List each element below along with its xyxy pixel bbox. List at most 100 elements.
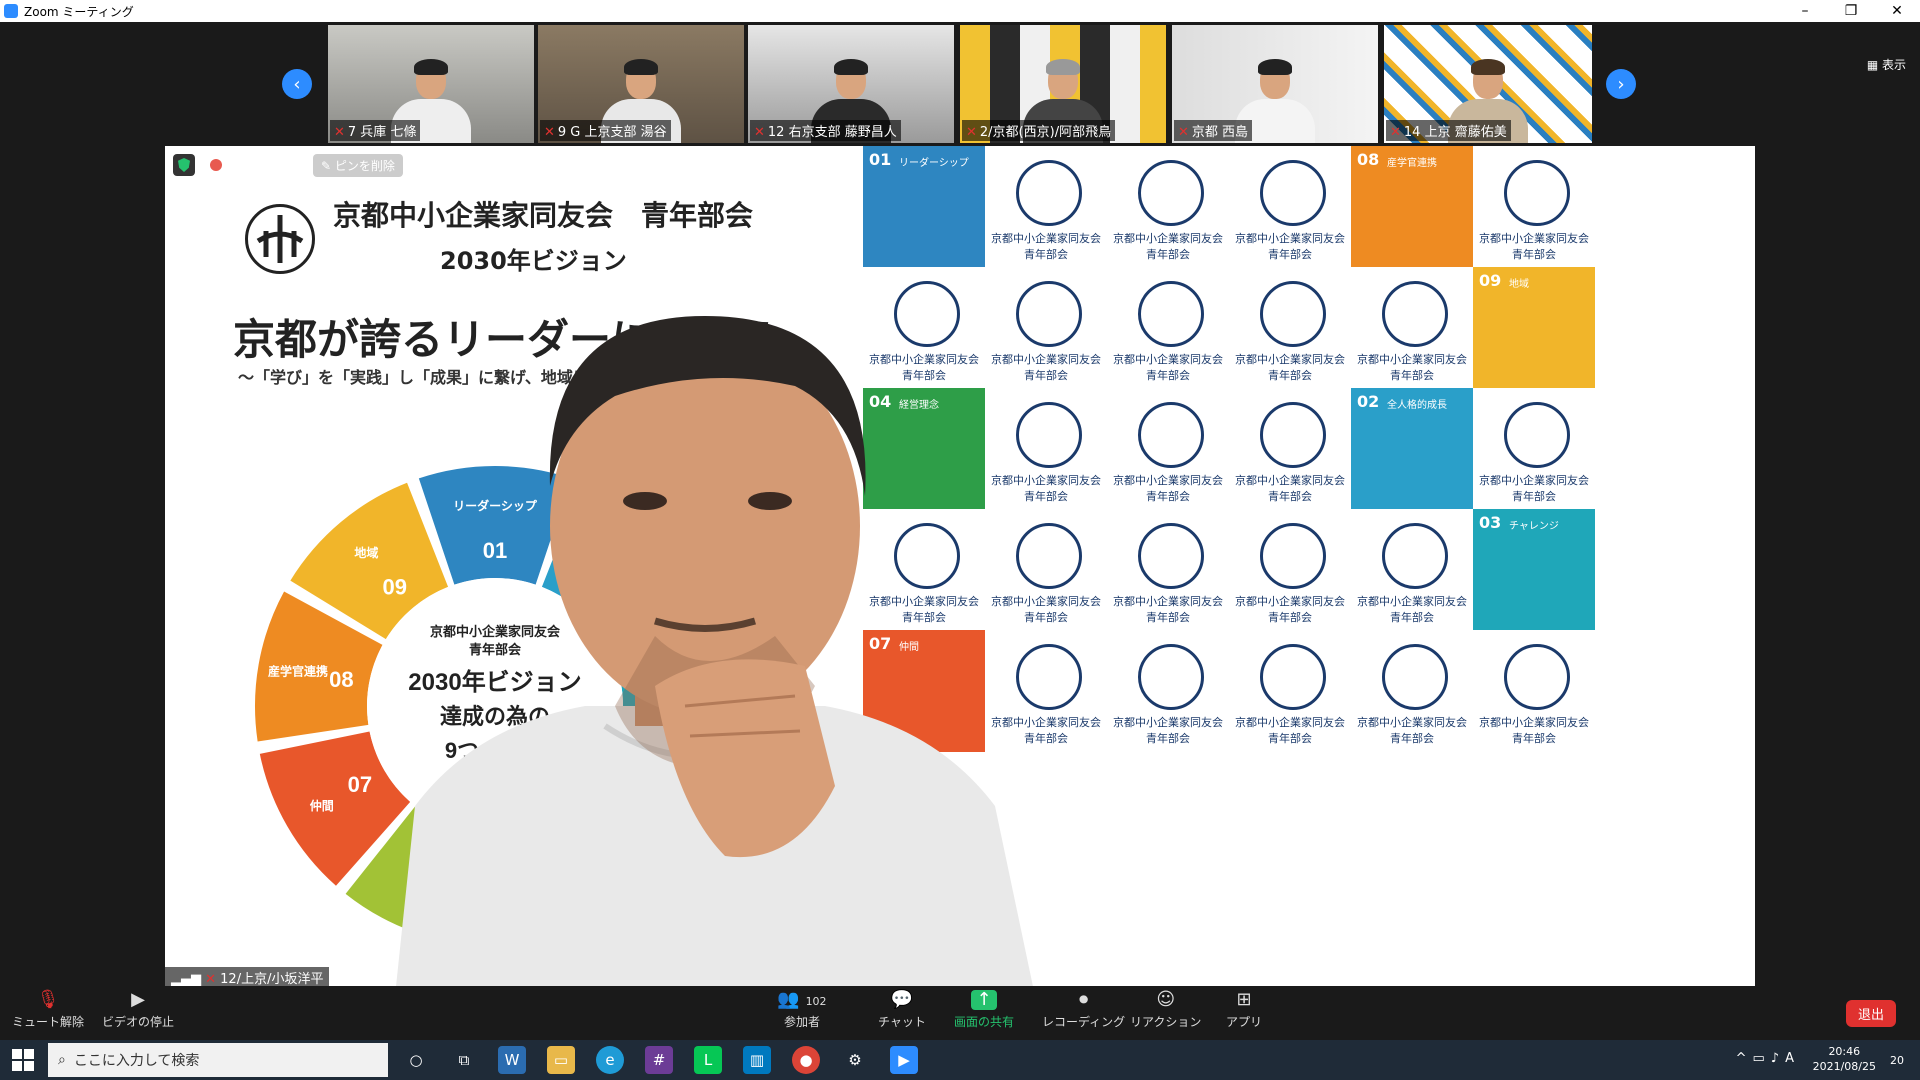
indicator-tile: 02 全人格的成長 <box>1351 388 1473 510</box>
task-view-icon[interactable]: ⧉ <box>450 1046 478 1074</box>
logo-tile: 京都中小企業家同友会 青年部会 <box>1351 509 1473 631</box>
search-icon: ⌕ <box>58 1052 66 1068</box>
logo-tile: 京都中小企業家同友会 青年部会 <box>1229 146 1351 268</box>
windows-start-icon[interactable] <box>12 1049 34 1071</box>
organization-logo <box>1260 644 1326 710</box>
participant-name: ✕ 京都 西島 <box>1174 120 1253 141</box>
logo-tile: 京都中小企業家同友会 青年部会 <box>1351 267 1473 389</box>
cortana-icon[interactable]: ○ <box>402 1046 430 1074</box>
indicator-tile-number: 09 <box>1479 271 1502 290</box>
muted-mic-icon: ✕ <box>966 125 977 140</box>
unmute-button[interactable]: 🎙 ミュート解除 <box>12 990 84 1030</box>
logo-caption: 京都中小企業家同友会 青年部会 <box>1113 474 1223 503</box>
participant-video[interactable]: ✕ 京都 西島 <box>1172 25 1378 143</box>
pin-icon: ✎ <box>321 159 335 173</box>
chrome-icon[interactable]: ● <box>792 1046 820 1074</box>
logo-tile: 京都中小企業家同友会 青年部会 <box>1107 630 1229 752</box>
reactions-button[interactable]: ☺ リアクション <box>1130 990 1201 1030</box>
window-controls: – ❐ ✕ <box>1782 0 1920 22</box>
logo-tile: 京都中小企業家同友会 青年部会 <box>1229 509 1351 631</box>
logo-tile: 京都中小企業家同友会 青年部会 <box>1107 509 1229 631</box>
logo-tile: 京都中小企業家同友会 青年部会 <box>1229 267 1351 389</box>
edge-browser-icon[interactable]: e <box>596 1046 624 1074</box>
volume-icon: ♪ <box>1770 1051 1786 1066</box>
view-button[interactable]: ▦ 表示 <box>1867 56 1906 73</box>
organization-logo <box>1260 402 1326 468</box>
logo-caption: 京都中小企業家同友会 青年部会 <box>1357 595 1467 624</box>
apps-icon: ⊞ <box>1236 989 1252 1010</box>
restore-button[interactable]: ❐ <box>1828 0 1874 22</box>
taskbar-search-box[interactable]: ⌕ ここに入力して検索 <box>48 1043 388 1077</box>
logo-caption: 京都中小企業家同友会 青年部会 <box>1235 232 1345 261</box>
leave-meeting-button[interactable]: 退出 <box>1845 1000 1896 1027</box>
chat-icon: 💬 <box>890 989 914 1010</box>
organization-logo <box>245 204 315 274</box>
participant-video[interactable]: ✕ 9 G 上京支部 湯谷 <box>538 25 744 143</box>
indicator-tile-number: 08 <box>1357 150 1380 169</box>
logo-tile: 京都中小企業家同友会 青年部会 <box>1107 146 1229 268</box>
chat-button[interactable]: 💬 チャット <box>878 990 926 1030</box>
close-button[interactable]: ✕ <box>1874 0 1920 22</box>
line-icon[interactable]: L <box>694 1046 722 1074</box>
zoom-app-icon <box>4 4 18 18</box>
gallery-prev-button[interactable]: ‹ <box>282 69 312 99</box>
participant-name: ✕ 2/京都(西京)/阿部飛鳥 <box>962 120 1116 141</box>
participant-video[interactable]: ✕ 12 右京支部 藤野昌人 <box>748 25 954 143</box>
participant-video[interactable]: ✕ 2/京都(西京)/阿部飛鳥 <box>960 25 1166 143</box>
logo-caption: 京都中小企業家同友会 青年部会 <box>1357 716 1467 745</box>
logo-caption: 京都中小企業家同友会 青年部会 <box>1235 474 1345 503</box>
muted-microphone-icon: 🎙 <box>36 989 60 1010</box>
organization-logo <box>1382 644 1448 710</box>
logo-tile: 京都中小企業家同友会 青年部会 <box>1473 630 1595 752</box>
participants-icon: 👥 102 <box>777 989 827 1010</box>
organization-logo <box>1504 402 1570 468</box>
participant-name: ✕ 7 兵庫 七條 <box>330 120 421 141</box>
organization-logo <box>1260 160 1326 226</box>
slack-icon[interactable]: # <box>645 1046 673 1074</box>
file-explorer-icon[interactable]: ▭ <box>547 1046 575 1074</box>
video-camera-icon: ▶ <box>131 989 145 1010</box>
logo-tile: 京都中小企業家同友会 青年部会 <box>1473 388 1595 510</box>
apps-button[interactable]: ⊞ アプリ <box>1226 990 1262 1030</box>
organization-logo <box>1260 281 1326 347</box>
logo-caption: 京都中小企業家同友会 青年部会 <box>1113 595 1223 624</box>
signal-icon: ▂▄▆ <box>171 972 206 987</box>
indicator-tile: 03 チャレンジ <box>1473 509 1595 631</box>
gallery-next-button[interactable]: › <box>1606 69 1636 99</box>
trello-icon[interactable]: ▥ <box>743 1046 771 1074</box>
indicator-tile-number: 03 <box>1479 513 1502 532</box>
logo-caption: 京都中小企業家同友会 青年部会 <box>1479 474 1589 503</box>
zoom-taskbar-icon[interactable]: ▶ <box>890 1046 918 1074</box>
record-button[interactable]: ⏺ レコーディング <box>1042 990 1125 1030</box>
indicator-tile-label: チャレンジ <box>1509 521 1559 532</box>
indicator-tile-label: 全人格的成長 <box>1387 400 1447 411</box>
muted-mic-icon: ✕ <box>544 125 555 140</box>
logo-tile: 京都中小企業家同友会 青年部会 <box>1229 388 1351 510</box>
organization-logo <box>1138 523 1204 589</box>
active-speaker-name: ▂▄▆ ✕ 12/上京/小坂洋平 <box>165 967 330 988</box>
participants-button[interactable]: 👥 102 参加者 <box>772 990 832 1030</box>
recording-indicator-icon <box>210 159 222 171</box>
share-screen-button[interactable]: ↑ 画面の共有 <box>954 990 1014 1030</box>
logo-tile: 京都中小企業家同友会 青年部会 <box>1107 267 1229 389</box>
chevron-right-icon: › <box>1617 73 1625 95</box>
logo-caption: 京都中小企業家同友会 青年部会 <box>1235 716 1345 745</box>
participant-video[interactable]: ✕ 7 兵庫 七條 <box>328 25 534 143</box>
share-screen-icon: ↑ <box>971 990 997 1010</box>
logo-caption: 京都中小企業家同友会 青年部会 <box>1235 595 1345 624</box>
taskbar-clock[interactable]: 20:46 2021/08/25 <box>1813 1044 1876 1074</box>
settings-gear-icon[interactable]: ⚙ <box>841 1046 869 1074</box>
reaction-smiley-icon: ☺ <box>1156 989 1176 1010</box>
view-icon: ▦ <box>1866 58 1882 72</box>
notification-center-icon[interactable]: 20 <box>1882 1046 1912 1074</box>
minimize-button[interactable]: – <box>1782 0 1828 22</box>
window-titlebar: Zoom ミーティング – ❐ ✕ <box>0 0 1920 22</box>
logo-caption: 京都中小企業家同友会 青年部会 <box>1113 232 1223 261</box>
organization-logo <box>1504 160 1570 226</box>
stop-video-button[interactable]: ▶ ビデオの停止 <box>102 990 174 1030</box>
system-tray[interactable]: ^▭♪A <box>1736 1051 1800 1066</box>
logo-caption: 京都中小企業家同友会 青年部会 <box>1235 353 1345 382</box>
participant-video[interactable]: ✕ 14 上京 齋藤佑美 <box>1384 25 1592 143</box>
app-icon[interactable]: W <box>498 1046 526 1074</box>
logo-tile: 京都中小企業家同友会 青年部会 <box>1473 146 1595 268</box>
